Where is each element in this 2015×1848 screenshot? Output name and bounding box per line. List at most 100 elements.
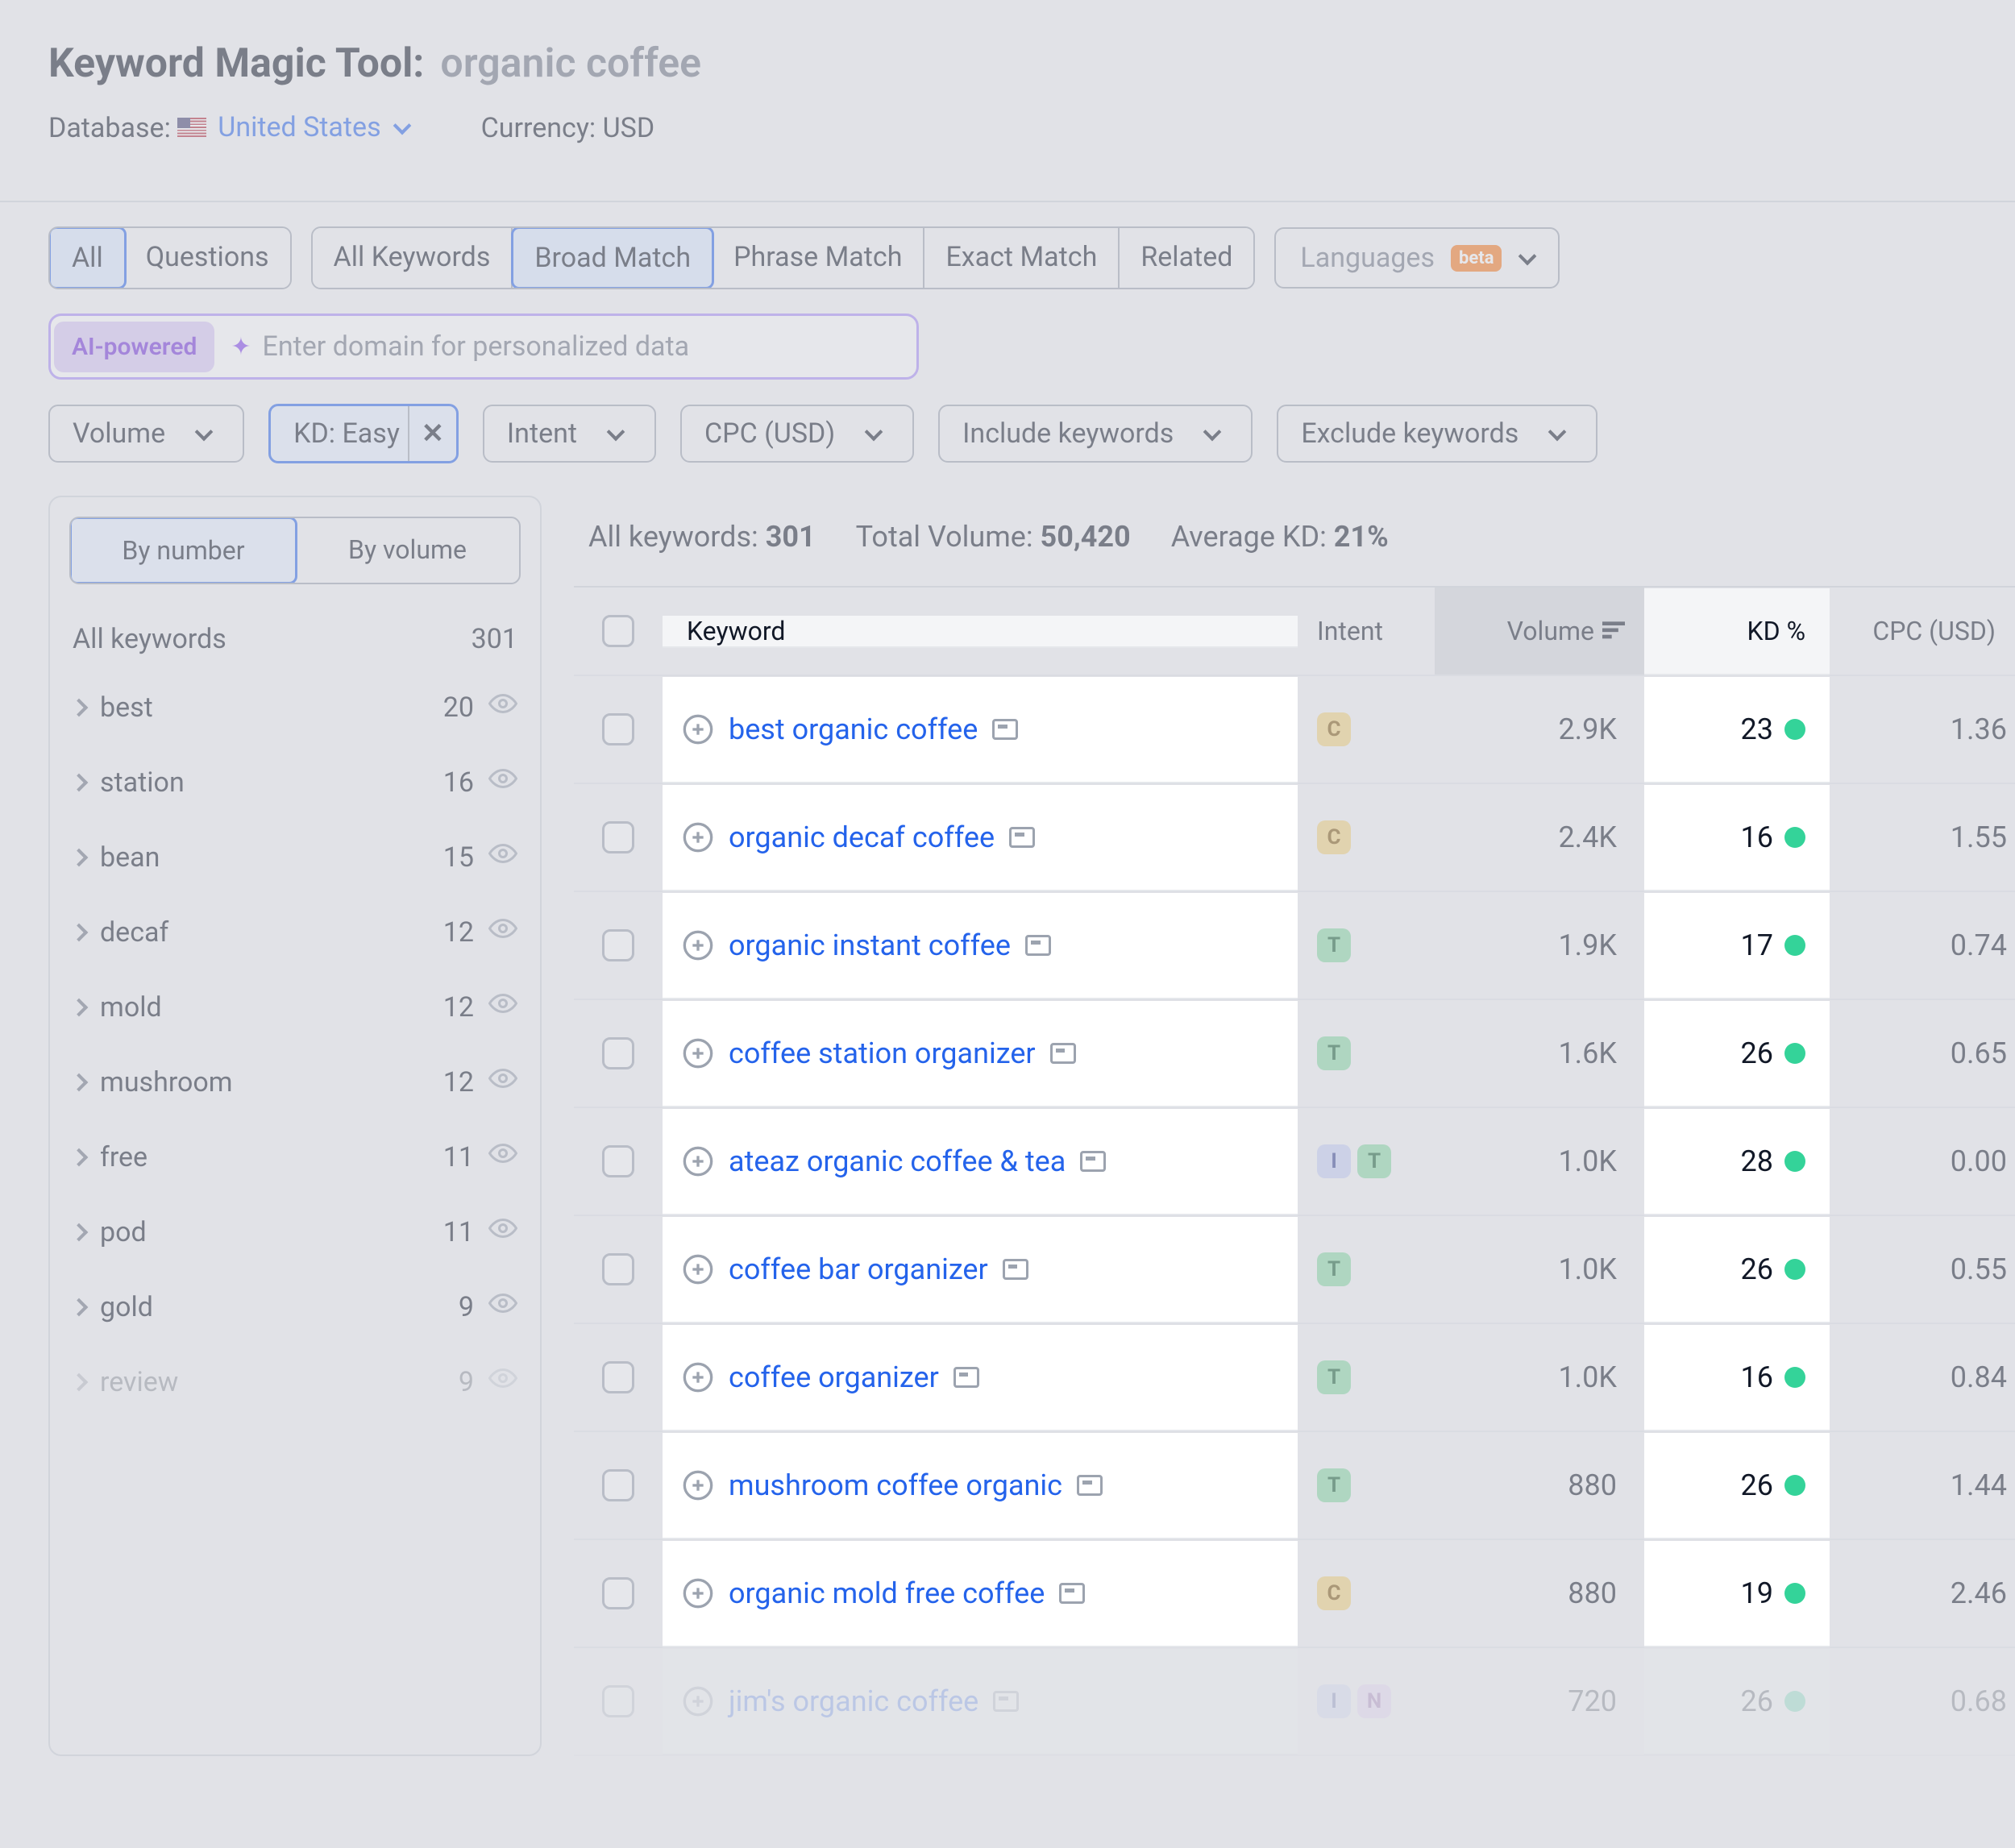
intent-badge[interactable]: C xyxy=(1317,712,1351,746)
intent-badge[interactable]: T xyxy=(1317,1468,1351,1502)
row-checkbox[interactable] xyxy=(602,929,634,961)
eye-icon[interactable] xyxy=(488,989,517,1025)
intent-badge[interactable]: N xyxy=(1357,1684,1391,1718)
tab-exact-match[interactable]: Exact Match xyxy=(924,228,1120,288)
row-checkbox[interactable] xyxy=(602,1577,634,1609)
intent-badge[interactable]: I xyxy=(1317,1144,1351,1178)
eye-icon[interactable] xyxy=(488,764,517,800)
domain-input[interactable]: ✦ Enter domain for personalized data xyxy=(214,319,913,374)
serp-icon[interactable] xyxy=(1059,1583,1085,1604)
keyword-link[interactable]: coffee bar organizer xyxy=(729,1252,988,1286)
tab-broad-match[interactable]: Broad Match xyxy=(511,226,714,289)
intent-badge[interactable]: T xyxy=(1357,1144,1391,1178)
intent-badge[interactable]: T xyxy=(1317,1360,1351,1394)
col-cpc[interactable]: CPC (USD) xyxy=(1830,616,2015,646)
tab-related[interactable]: Related xyxy=(1120,228,1253,288)
sidebar-item[interactable]: free 11 xyxy=(50,1119,540,1194)
serp-icon[interactable] xyxy=(1080,1151,1106,1172)
sidebar-item[interactable]: review 9 xyxy=(50,1344,540,1419)
intent-badge[interactable]: C xyxy=(1317,1576,1351,1610)
sidebar-tab-by-number[interactable]: By number xyxy=(69,517,297,584)
serp-icon[interactable] xyxy=(1050,1043,1076,1064)
sidebar-item[interactable]: best 20 xyxy=(50,670,540,745)
keyword-link[interactable]: jim's organic coffee xyxy=(729,1684,978,1718)
keyword-link[interactable]: organic instant coffee xyxy=(729,928,1011,962)
keyword-link[interactable]: coffee organizer xyxy=(729,1360,939,1394)
tab-all-keywords[interactable]: All Keywords xyxy=(313,228,513,288)
filter-volume[interactable]: Volume xyxy=(48,405,244,463)
row-checkbox[interactable] xyxy=(602,1361,634,1393)
eye-icon[interactable] xyxy=(488,914,517,950)
intent-badge[interactable]: I xyxy=(1317,1684,1351,1718)
eye-icon[interactable] xyxy=(488,1214,517,1250)
eye-icon[interactable] xyxy=(488,839,517,875)
sidebar-item[interactable]: decaf 12 xyxy=(50,895,540,970)
close-icon[interactable]: ✕ xyxy=(408,406,456,461)
tab-all[interactable]: All xyxy=(48,226,127,289)
filter-kd[interactable]: KD: Easy ✕ xyxy=(268,404,459,463)
serp-icon[interactable] xyxy=(1003,1259,1028,1280)
row-checkbox[interactable] xyxy=(602,1253,634,1285)
languages-dropdown[interactable]: Languages beta xyxy=(1274,227,1560,289)
add-keyword-icon[interactable] xyxy=(682,713,714,745)
eye-icon[interactable] xyxy=(488,1289,517,1325)
filter-cpc[interactable]: CPC (USD) xyxy=(680,405,914,463)
add-keyword-icon[interactable] xyxy=(682,1037,714,1069)
add-keyword-icon[interactable] xyxy=(682,1361,714,1393)
serp-icon[interactable] xyxy=(992,719,1018,740)
serp-icon[interactable] xyxy=(953,1367,979,1388)
sidebar-item[interactable]: mushroom 12 xyxy=(50,1044,540,1119)
sidebar-tab-by-volume[interactable]: By volume xyxy=(296,518,519,583)
filter-include[interactable]: Include keywords xyxy=(938,405,1253,463)
intent-badge[interactable]: T xyxy=(1317,1036,1351,1070)
col-intent[interactable]: Intent xyxy=(1298,616,1435,646)
eye-icon[interactable] xyxy=(488,1364,517,1400)
cell-volume: 1.0K xyxy=(1435,1252,1644,1286)
col-kd[interactable]: KD % xyxy=(1644,588,1830,675)
row-checkbox[interactable] xyxy=(602,1037,634,1069)
row-checkbox[interactable] xyxy=(602,1469,634,1501)
row-checkbox[interactable] xyxy=(602,1145,634,1177)
intent-badge[interactable]: T xyxy=(1317,928,1351,962)
keyword-link[interactable]: best organic coffee xyxy=(729,712,978,746)
keyword-link[interactable]: organic mold free coffee xyxy=(729,1576,1045,1610)
keyword-link[interactable]: organic decaf coffee xyxy=(729,820,995,854)
tab-questions[interactable]: Questions xyxy=(125,228,290,288)
database-selector[interactable]: United States xyxy=(177,111,408,143)
eye-icon[interactable] xyxy=(488,1064,517,1100)
col-keyword[interactable]: Keyword xyxy=(663,616,1298,648)
filter-exclude[interactable]: Exclude keywords xyxy=(1277,405,1597,463)
serp-icon[interactable] xyxy=(993,1691,1019,1712)
intent-badge[interactable]: C xyxy=(1317,820,1351,854)
keyword-link[interactable]: coffee station organizer xyxy=(729,1036,1036,1070)
keyword-link[interactable]: ateaz organic coffee & tea xyxy=(729,1144,1066,1178)
sidebar-item[interactable]: pod 11 xyxy=(50,1194,540,1269)
col-volume[interactable]: Volume xyxy=(1435,588,1644,675)
sidebar-summary-label[interactable]: All keywords xyxy=(73,623,226,655)
add-keyword-icon[interactable] xyxy=(682,821,714,853)
sidebar-item[interactable]: bean 15 xyxy=(50,820,540,895)
sidebar-item[interactable]: mold 12 xyxy=(50,970,540,1044)
add-keyword-icon[interactable] xyxy=(682,929,714,961)
sidebar-item[interactable]: gold 9 xyxy=(50,1269,540,1344)
select-all-checkbox[interactable] xyxy=(602,615,634,647)
serp-icon[interactable] xyxy=(1025,935,1051,956)
filter-intent[interactable]: Intent xyxy=(483,405,656,463)
add-keyword-icon[interactable] xyxy=(682,1253,714,1285)
intent-badge[interactable]: T xyxy=(1317,1252,1351,1286)
chevron-down-icon xyxy=(1203,423,1222,442)
row-checkbox[interactable] xyxy=(602,821,634,853)
keyword-link[interactable]: mushroom coffee organic xyxy=(729,1468,1062,1502)
eye-icon[interactable] xyxy=(488,689,517,725)
row-checkbox[interactable] xyxy=(602,713,634,745)
add-keyword-icon[interactable] xyxy=(682,1685,714,1717)
serp-icon[interactable] xyxy=(1009,827,1035,848)
serp-icon[interactable] xyxy=(1077,1475,1103,1496)
add-keyword-icon[interactable] xyxy=(682,1577,714,1609)
row-checkbox[interactable] xyxy=(602,1685,634,1717)
eye-icon[interactable] xyxy=(488,1139,517,1175)
tab-phrase-match[interactable]: Phrase Match xyxy=(713,228,924,288)
sidebar-item[interactable]: station 16 xyxy=(50,745,540,820)
add-keyword-icon[interactable] xyxy=(682,1145,714,1177)
add-keyword-icon[interactable] xyxy=(682,1469,714,1501)
